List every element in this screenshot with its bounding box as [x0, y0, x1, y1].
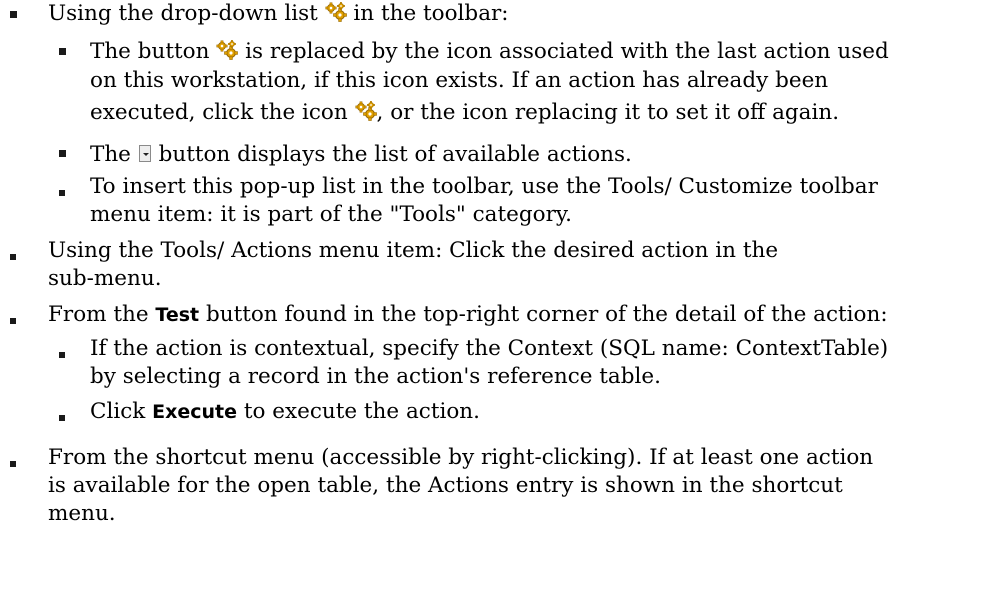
- item-6-post: button found in the top-right corner of …: [199, 302, 888, 327]
- list-item-continuation: by selecting a record in the action's re…: [90, 364, 661, 389]
- list-item-continuation: menu item: it is part of the "Tools" cat…: [90, 202, 572, 227]
- list-item: Using the drop-down list in the toolbar:: [48, 0, 509, 28]
- execute-keyword: Execute: [152, 401, 237, 423]
- item-2-post: is replaced by the icon associated with …: [238, 39, 889, 64]
- list-item-continuation: menu.: [48, 501, 116, 526]
- test-keyword: Test: [155, 304, 200, 326]
- bullet: [59, 150, 66, 157]
- bullet: [59, 190, 65, 196]
- bullet: [59, 415, 65, 421]
- item-6-pre: From the: [48, 302, 156, 327]
- bullet: [59, 352, 65, 358]
- item-1-post: in the toolbar:: [346, 1, 509, 26]
- list-item: The button is replaced by the icon assoc…: [90, 38, 889, 66]
- list-item-continuation: sub-menu.: [48, 266, 162, 291]
- list-item: Click Execute to execute the action.: [90, 398, 480, 426]
- item-2-l3-post: , or the icon replacing it to set it off…: [376, 100, 840, 125]
- list-item: From the Test button found in the top-ri…: [48, 301, 888, 329]
- list-item: The button displays the list of availabl…: [90, 141, 632, 169]
- list-item-continuation: is available for the open table, the Act…: [48, 473, 843, 498]
- item-2-pre: The button: [90, 39, 217, 64]
- gears-icon: [216, 40, 238, 60]
- item-1-pre: Using the drop-down list: [48, 1, 325, 26]
- list-item-continuation: on this workstation, if this icon exists…: [90, 68, 829, 93]
- bullet: [10, 11, 17, 18]
- list-item: If the action is contextual, specify the…: [90, 336, 889, 361]
- bullet: [10, 318, 16, 324]
- gears-icon: [355, 101, 377, 121]
- dropdown-arrow-icon: [138, 145, 151, 162]
- bullet: [10, 254, 16, 260]
- bullet: [59, 48, 66, 55]
- list-item: Using the Tools/ Actions menu item: Clic…: [48, 238, 779, 263]
- item-8-pre: Click: [90, 399, 153, 424]
- item-2-l3-pre: executed, click the icon: [90, 100, 355, 125]
- item-3-post: button displays the list of available ac…: [151, 142, 632, 167]
- item-8-post: to execute the action.: [237, 399, 480, 424]
- list-item-continuation: executed, click the icon , or the icon r…: [90, 99, 839, 127]
- gears-icon: [325, 2, 347, 22]
- bullet: [10, 461, 16, 467]
- item-3-pre: The: [90, 142, 138, 167]
- list-item: To insert this pop-up list in the toolba…: [90, 174, 878, 199]
- list-item: From the shortcut menu (accessible by ri…: [48, 445, 874, 470]
